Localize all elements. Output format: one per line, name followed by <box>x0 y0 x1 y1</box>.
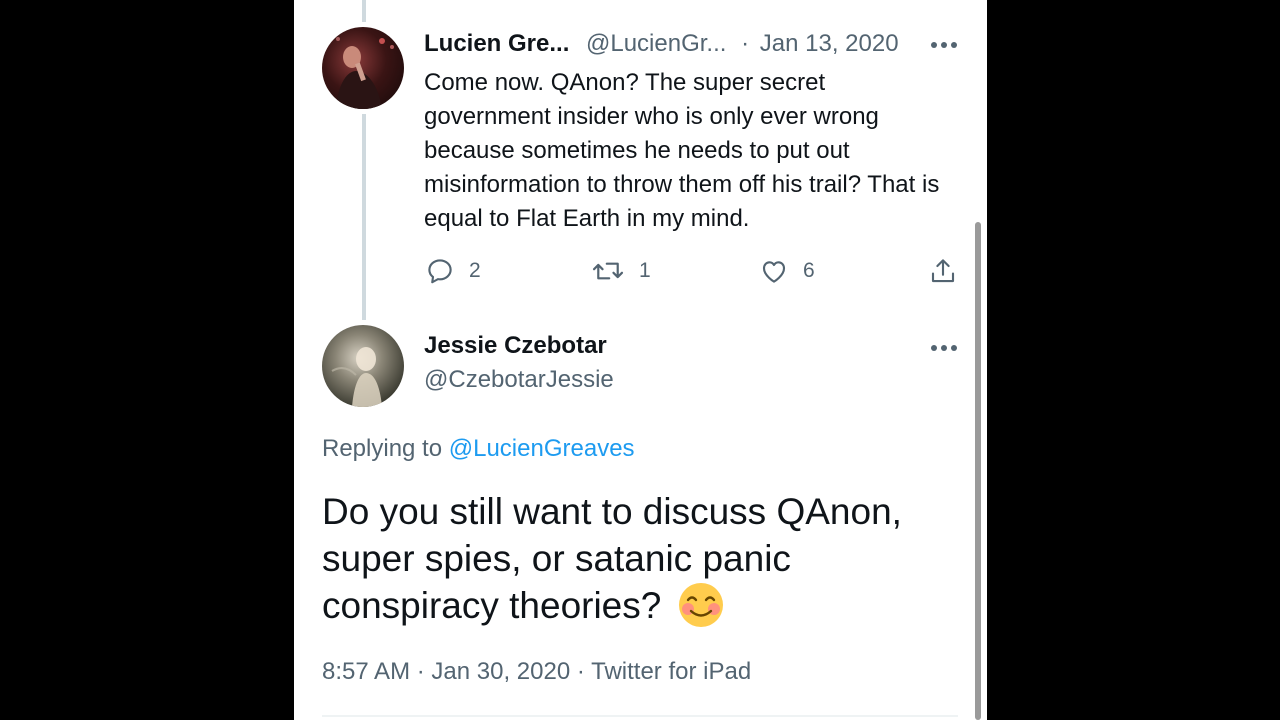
reply-button[interactable]: 2 <box>425 253 481 289</box>
focused-tweet-body: Do you still want to discuss QAnon, supe… <box>322 491 902 626</box>
meta-separator: · <box>416 658 425 685</box>
tweet-meta: 8:57 AM · Jan 30, 2020 · Twitter for iPa… <box>322 658 751 686</box>
replying-mention-link[interactable]: @LucienGreaves <box>449 435 635 462</box>
parent-tweet-text: Come now. QAnon? The super secret govern… <box>424 69 940 232</box>
parent-author-handle-date[interactable]: @LucienGr... · Jan 13, 2020 <box>586 30 899 58</box>
retweet-icon <box>592 262 624 280</box>
like-button[interactable]: 6 <box>759 253 815 289</box>
avatar-jessie-image <box>331 347 382 407</box>
more-horizontal-icon[interactable] <box>931 344 957 352</box>
thread-line-top <box>362 0 366 22</box>
retweet-count: 1 <box>639 259 651 282</box>
reply-count: 2 <box>469 259 481 282</box>
focused-author-name[interactable]: Jessie Czebotar <box>424 332 607 360</box>
like-count: 6 <box>803 259 815 282</box>
focused-author-handle[interactable]: @CzebotarJessie <box>424 366 614 394</box>
parent-author-handle[interactable]: @LucienGr... <box>586 30 726 57</box>
replying-prefix: Replying to <box>322 435 443 462</box>
heart-icon <box>762 261 786 283</box>
tweet-thread-panel: Lucien Gre... @LucienGr... · Jan 13, 202… <box>294 0 987 720</box>
tweet-date[interactable]: Jan 30, 2020 <box>431 658 570 685</box>
more-horizontal-icon[interactable] <box>931 41 957 49</box>
tweet-time[interactable]: 8:57 AM <box>322 658 410 685</box>
parent-separator: · <box>741 30 750 57</box>
meta-separator: · <box>576 658 585 685</box>
avatar-jessie[interactable] <box>322 325 404 407</box>
tweet-source: Twitter for iPad <box>591 658 752 685</box>
avatar-lucien-image <box>336 37 394 109</box>
thread-line-connector <box>362 114 366 320</box>
smiling-face-emoji-icon <box>678 583 723 627</box>
parent-date[interactable]: Jan 13, 2020 <box>760 30 899 57</box>
avatar-lucien[interactable] <box>322 27 404 109</box>
focused-tweet-text: Do you still want to discuss QAnon, supe… <box>322 488 952 629</box>
reply-icon <box>428 259 452 284</box>
replying-to: Replying to @LucienGreaves <box>322 435 635 463</box>
share-icon <box>931 259 955 283</box>
parent-author-name[interactable]: Lucien Gre... <box>424 30 569 58</box>
divider <box>322 715 958 717</box>
scrollbar[interactable] <box>975 222 981 720</box>
retweet-button[interactable]: 1 <box>591 253 651 289</box>
share-button[interactable] <box>928 253 958 289</box>
